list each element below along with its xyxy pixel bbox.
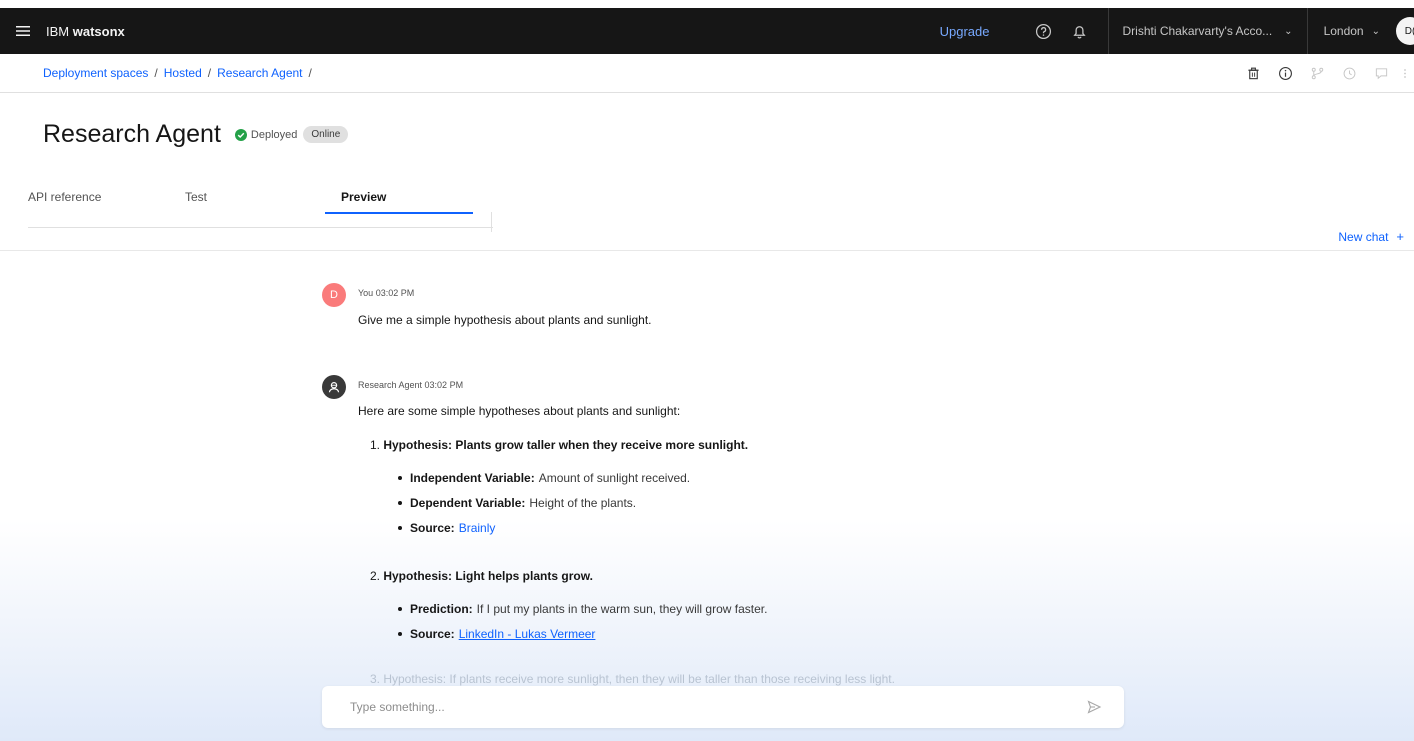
item-heading: Hypothesis: Light helps plants grow. <box>383 569 593 583</box>
region-switcher[interactable]: London ⌄ <box>1308 8 1396 54</box>
account-switcher[interactable]: Drishti Chakarvarty's Acco... ⌄ <box>1109 8 1307 54</box>
status-label: Deployed <box>250 128 298 141</box>
notification-bell-icon[interactable] <box>1062 8 1098 54</box>
message-meta: You 03:02 PM <box>358 288 415 298</box>
list-item: Prediction: If I put my plants in the wa… <box>398 602 767 616</box>
plus-icon: + <box>1396 229 1404 244</box>
agent-message: Research Agent 03:02 PM Here are some si… <box>322 375 1222 695</box>
menu-icon[interactable] <box>0 8 46 54</box>
bullet-text: Height of the plants. <box>529 496 637 510</box>
message-meta: Research Agent 03:02 PM <box>358 380 464 390</box>
upgrade-link[interactable]: Upgrade <box>940 24 990 39</box>
tab-test[interactable]: Test <box>185 180 207 214</box>
page-title: Research Agent <box>43 120 221 148</box>
brand-name: watsonx <box>72 23 125 39</box>
send-icon[interactable] <box>1086 699 1102 715</box>
status-badge: Online <box>303 126 349 143</box>
item-heading: Hypothesis: Plants grow taller when they… <box>383 438 749 452</box>
hypothesis-item: 2. Hypothesis: Light helps plants grow. <box>370 569 593 583</box>
item-number: 1. <box>370 438 384 452</box>
user-message: D You 03:02 PM Give me a simple hypothes… <box>322 283 922 333</box>
chat-input-box <box>322 686 1124 728</box>
history-icon[interactable] <box>1334 59 1364 89</box>
header-actions: Upgrade Drishti Chakarvarty's Acco... ⌄ … <box>940 8 1414 54</box>
branch-icon[interactable] <box>1302 59 1332 89</box>
bullet-label: Prediction: <box>410 602 473 616</box>
list-item: Source: Brainly <box>398 521 495 535</box>
bullet-text: Amount of sunlight received. <box>538 471 691 485</box>
bullet-label: Dependent Variable: <box>410 496 526 510</box>
checkmark-icon <box>234 128 247 141</box>
hypothesis-item: 1. Hypothesis: Plants grow taller when t… <box>370 438 748 452</box>
breadcrumb-separator: / <box>308 66 312 80</box>
region-name: London <box>1323 24 1364 38</box>
breadcrumb-hosted[interactable]: Hosted <box>164 66 202 80</box>
tab-preview[interactable]: Preview <box>341 180 386 214</box>
top-header: IBM watsonx Upgrade Drishti Chakarvarty'… <box>0 8 1414 54</box>
list-item: Dependent Variable: Height of the plants… <box>398 496 636 510</box>
bullet-icon <box>398 476 402 480</box>
chevron-down-icon: ⌄ <box>1284 25 1293 37</box>
hypothesis-item: 3. Hypothesis: If plants receive more su… <box>370 672 895 686</box>
list-item: Independent Variable: Amount of sunlight… <box>398 471 690 485</box>
account-name: Drishti Chakarvarty's Acco... <box>1122 24 1273 38</box>
source-link-brainly[interactable]: Brainly <box>459 521 496 535</box>
tabs-divider <box>491 212 492 232</box>
item-number: 2. <box>370 569 384 583</box>
message-intro: Here are some simple hypotheses about pl… <box>358 404 681 418</box>
brand-logo[interactable]: IBM watsonx <box>46 24 125 39</box>
active-tab-indicator <box>325 212 473 214</box>
chevron-down-icon: ⌄ <box>1371 25 1380 37</box>
message-text: Give me a simple hypothesis about plants… <box>358 313 652 327</box>
item-number: 3. <box>370 672 384 686</box>
breadcrumb-separator: / <box>207 66 212 80</box>
bullet-label: Source: <box>410 521 455 535</box>
list-item: Source: LinkedIn - Lukas Vermeer <box>398 627 595 641</box>
breadcrumb-research-agent[interactable]: Research Agent <box>217 66 302 80</box>
comment-icon[interactable] <box>1366 59 1396 89</box>
bullet-icon <box>398 607 402 611</box>
new-chat-label: New chat <box>1338 229 1389 244</box>
brand-prefix: IBM <box>46 23 70 39</box>
info-icon[interactable] <box>1270 59 1300 89</box>
bullet-text: If I put my plants in the warm sun, they… <box>476 602 768 616</box>
bullet-label: Source: <box>410 627 455 641</box>
user-avatar-icon: D <box>322 283 346 307</box>
tab-list: API reference Test Preview <box>28 180 493 228</box>
bullet-icon <box>398 501 402 505</box>
new-chat-button[interactable]: New chat + <box>1338 229 1404 244</box>
bullet-icon <box>398 526 402 530</box>
breadcrumb-bar: Deployment spaces / Hosted / Research Ag… <box>0 54 1414 93</box>
bullet-icon <box>398 632 402 636</box>
help-icon[interactable] <box>1026 8 1062 54</box>
chat-input[interactable] <box>350 700 1070 714</box>
tab-api-reference[interactable]: API reference <box>28 180 101 214</box>
page-actions <box>1238 54 1414 93</box>
more-icon[interactable] <box>1398 59 1412 89</box>
deployment-status: Deployed <box>234 128 298 141</box>
bullet-label: Independent Variable: <box>410 471 535 485</box>
delete-icon[interactable] <box>1238 59 1268 89</box>
breadcrumb-deployment-spaces[interactable]: Deployment spaces <box>43 66 148 80</box>
breadcrumb-separator: / <box>154 66 158 80</box>
agent-avatar-icon <box>322 375 346 399</box>
title-row: Research Agent Deployed Online <box>43 120 349 149</box>
user-avatar[interactable]: D( <box>1396 17 1414 45</box>
item-heading: Hypothesis: If plants receive more sunli… <box>383 672 895 686</box>
breadcrumb: Deployment spaces / Hosted / Research Ag… <box>43 66 318 80</box>
source-link-linkedin[interactable]: LinkedIn - Lukas Vermeer <box>459 627 596 641</box>
